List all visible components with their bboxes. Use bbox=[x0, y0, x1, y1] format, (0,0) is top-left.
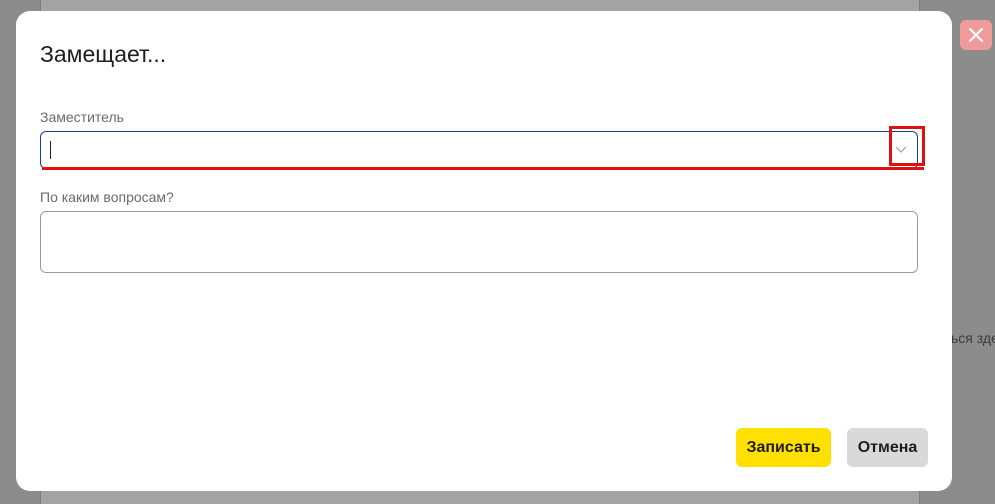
dialog-title: Замещает... bbox=[40, 41, 167, 67]
background-text: ься зде bbox=[951, 330, 995, 346]
highlight-box bbox=[889, 126, 925, 166]
substitute-select[interactable] bbox=[40, 131, 918, 169]
questions-label: По каким вопросам? bbox=[40, 189, 174, 205]
save-button[interactable]: Записать bbox=[736, 428, 831, 467]
questions-textarea[interactable] bbox=[40, 211, 918, 273]
text-cursor bbox=[50, 141, 51, 159]
close-button[interactable] bbox=[960, 20, 992, 50]
substitute-label: Заместитель bbox=[40, 109, 124, 125]
close-icon bbox=[968, 27, 984, 43]
substitute-dialog: Замещает... Заместитель По каким вопроса… bbox=[16, 11, 952, 491]
cancel-button[interactable]: Отмена bbox=[847, 428, 928, 467]
highlight-underline bbox=[42, 167, 924, 170]
